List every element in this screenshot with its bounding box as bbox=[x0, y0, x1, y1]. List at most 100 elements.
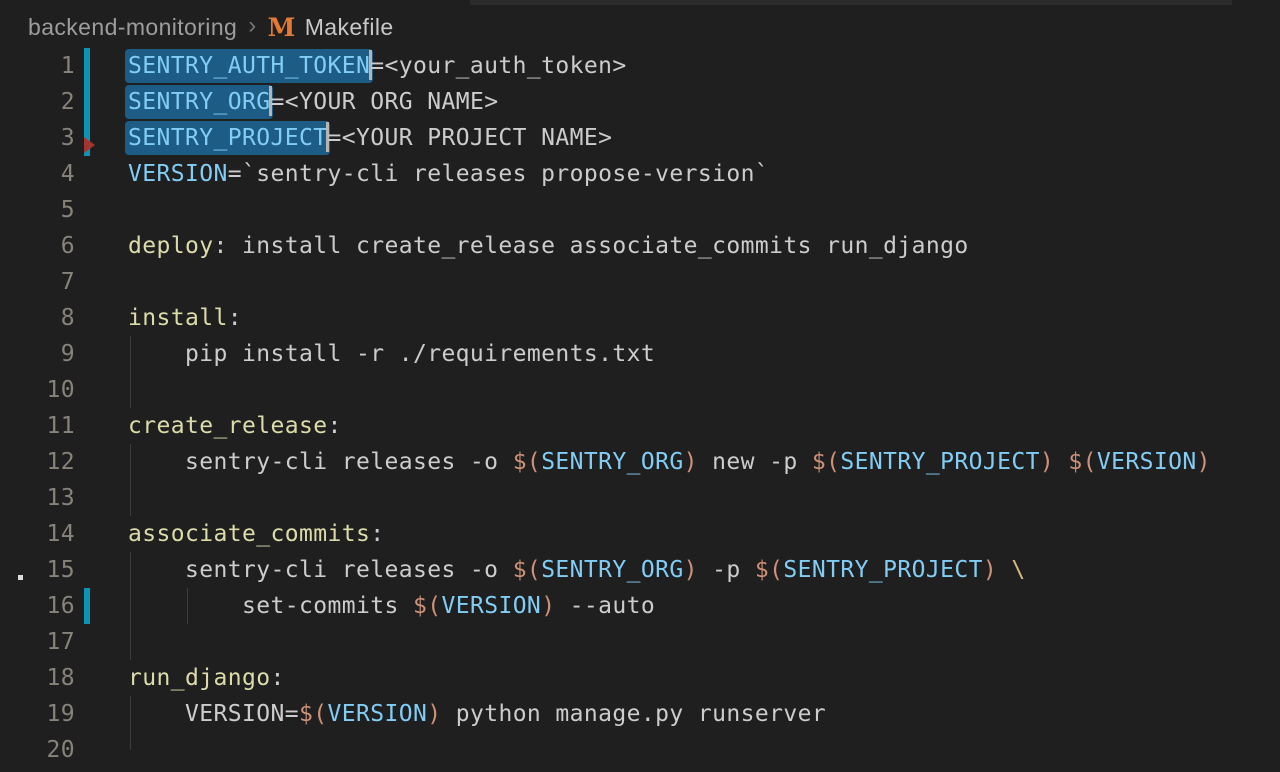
token: =<YOUR ORG NAME> bbox=[270, 89, 498, 115]
git-modified-indicator[interactable] bbox=[84, 48, 90, 84]
token: $( bbox=[299, 701, 328, 727]
token: SENTRY_PROJECT bbox=[840, 449, 1039, 475]
token: $( bbox=[812, 449, 841, 475]
gutter-decorations bbox=[75, 624, 128, 660]
git-modified-indicator[interactable] bbox=[84, 588, 90, 624]
token: : bbox=[270, 665, 284, 691]
code-line[interactable]: 6deploy: install create_release associat… bbox=[0, 228, 1280, 264]
code-text: SENTRY_AUTH_TOKEN=<your_auth_token> bbox=[128, 48, 627, 84]
code-text: VERSION=`sentry-cli releases propose-ver… bbox=[128, 156, 769, 192]
line-number[interactable]: 8 bbox=[0, 300, 75, 336]
code-line[interactable]: 9 pip install -r ./requirements.txt bbox=[0, 336, 1280, 372]
code-line[interactable]: 2 SENTRY_ORG=<YOUR ORG NAME> bbox=[0, 84, 1280, 120]
git-modified-indicator[interactable] bbox=[84, 84, 90, 120]
code-line[interactable]: 1 SENTRY_AUTH_TOKEN=<your_auth_token> bbox=[0, 48, 1280, 84]
token: =<YOUR PROJECT NAME> bbox=[327, 125, 612, 151]
token: : bbox=[327, 413, 341, 439]
indent-guide bbox=[130, 588, 131, 624]
code-text: SENTRY_ORG=<YOUR ORG NAME> bbox=[128, 84, 498, 120]
line-number[interactable]: 13 bbox=[0, 480, 75, 516]
chevron-right-icon: › bbox=[248, 12, 256, 40]
indent-guide bbox=[130, 336, 131, 372]
line-number[interactable]: 6 bbox=[0, 228, 75, 264]
gutter-decorations bbox=[75, 192, 128, 228]
code-line[interactable]: 13 bbox=[0, 480, 1280, 516]
token: \ bbox=[1011, 557, 1025, 583]
token: install bbox=[128, 305, 228, 331]
token: VERSION bbox=[441, 593, 541, 619]
token: ) bbox=[684, 557, 698, 583]
indent-guide bbox=[130, 444, 131, 480]
line-number[interactable]: 10 bbox=[0, 372, 75, 408]
line-number[interactable]: 19 bbox=[0, 696, 75, 732]
gutter-decorations bbox=[75, 120, 128, 156]
line-number[interactable]: 1 bbox=[0, 48, 75, 84]
line-number[interactable]: 5 bbox=[0, 192, 75, 228]
line-number[interactable]: 9 bbox=[0, 336, 75, 372]
line-number[interactable]: 17 bbox=[0, 624, 75, 660]
token: ) bbox=[1197, 449, 1211, 475]
indent-guide bbox=[130, 552, 131, 588]
token: pip install -r ./requirements.txt bbox=[128, 341, 655, 367]
token: -p bbox=[698, 557, 755, 583]
code-text: pip install -r ./requirements.txt bbox=[128, 336, 655, 372]
breadcrumb-file[interactable]: Makefile bbox=[305, 14, 394, 41]
code-line[interactable]: 15 sentry-cli releases -o $(SENTRY_ORG) … bbox=[0, 552, 1280, 588]
gutter-decorations bbox=[75, 228, 128, 264]
token: SENTRY_ORG bbox=[541, 449, 683, 475]
selected-token: SENTRY_ORG bbox=[125, 85, 273, 119]
code-line[interactable]: 12 sentry-cli releases -o $(SENTRY_ORG) … bbox=[0, 444, 1280, 480]
token: VERSION bbox=[327, 701, 427, 727]
code-line[interactable]: 17 bbox=[0, 624, 1280, 660]
gutter-decorations bbox=[75, 516, 128, 552]
code-line[interactable]: 8 install: bbox=[0, 300, 1280, 336]
line-number[interactable]: 4 bbox=[0, 156, 75, 192]
code-line[interactable]: 20 bbox=[0, 732, 1280, 768]
indent-guide bbox=[130, 372, 131, 408]
line-number[interactable]: 20 bbox=[0, 732, 75, 768]
token: SENTRY_ORG bbox=[541, 557, 683, 583]
code-text: run_django: bbox=[128, 660, 285, 696]
code-line[interactable]: 7 bbox=[0, 264, 1280, 300]
token: --auto bbox=[555, 593, 655, 619]
code-line[interactable]: 4 VERSION=`sentry-cli releases propose-ve… bbox=[0, 156, 1280, 192]
token: =`sentry-cli releases propose-version` bbox=[228, 161, 769, 187]
breadcrumb-folder[interactable]: backend-monitoring bbox=[28, 14, 237, 41]
code-editor[interactable]: 1 SENTRY_AUTH_TOKEN=<your_auth_token> 2 SEN… bbox=[0, 48, 1280, 768]
code-line[interactable]: 18 run_django: bbox=[0, 660, 1280, 696]
line-number[interactable]: 11 bbox=[0, 408, 75, 444]
token: $( bbox=[513, 557, 542, 583]
vscode-editor-window: backend-monitoring › M Makefile 1SENTRY_… bbox=[0, 0, 1280, 772]
code-text: install: bbox=[128, 300, 242, 336]
code-line[interactable]: 3SENTRY_PROJECT=<YOUR PROJECT NAME> bbox=[0, 120, 1280, 156]
line-number[interactable]: 15 bbox=[0, 552, 75, 588]
gutter-decorations bbox=[75, 156, 128, 192]
gutter-decorations bbox=[75, 300, 128, 336]
indent-guide bbox=[130, 732, 131, 750]
code-line[interactable]: 5 bbox=[0, 192, 1280, 228]
line-number[interactable]: 2 bbox=[0, 84, 75, 120]
token: =<your_auth_token> bbox=[370, 53, 626, 79]
token: new -p bbox=[698, 449, 812, 475]
token: VERSION bbox=[128, 161, 228, 187]
line-number[interactable]: 12 bbox=[0, 444, 75, 480]
code-line[interactable]: 11 create_release: bbox=[0, 408, 1280, 444]
code-line[interactable]: 10 bbox=[0, 372, 1280, 408]
token: $( bbox=[513, 449, 542, 475]
token: create_release bbox=[128, 413, 327, 439]
token: ) bbox=[684, 449, 698, 475]
code-text: associate_commits: bbox=[128, 516, 384, 552]
line-number[interactable]: 14 bbox=[0, 516, 75, 552]
token bbox=[1054, 449, 1068, 475]
code-line[interactable]: 16 set-commits $(VERSION) --auto bbox=[0, 588, 1280, 624]
token: associate_commits bbox=[128, 521, 370, 547]
line-number[interactable]: 7 bbox=[0, 264, 75, 300]
line-number[interactable]: 16 bbox=[0, 588, 75, 624]
git-deleted-indicator[interactable] bbox=[84, 137, 95, 153]
gutter-decorations bbox=[75, 588, 128, 624]
line-number[interactable]: 18 bbox=[0, 660, 75, 696]
code-line[interactable]: 19 VERSION=$(VERSION) python manage.py r… bbox=[0, 696, 1280, 732]
line-number[interactable]: 3 bbox=[0, 120, 75, 156]
dot-artifact bbox=[18, 575, 23, 580]
code-line[interactable]: 14 associate_commits: bbox=[0, 516, 1280, 552]
